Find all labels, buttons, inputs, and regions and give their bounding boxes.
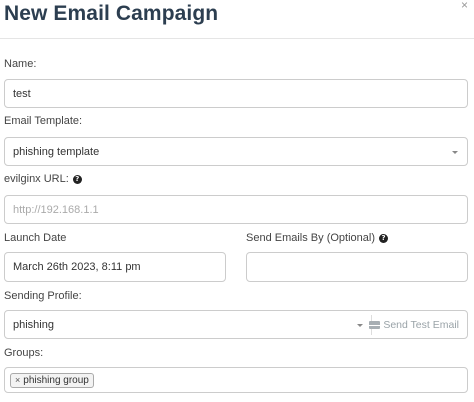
groups-field[interactable]: × phishing group (4, 367, 468, 393)
url-field[interactable] (4, 195, 468, 224)
email-template-select[interactable]: phishing template (4, 137, 468, 166)
send-by-input[interactable] (255, 261, 459, 273)
sending-profile-label: Sending Profile: (4, 290, 82, 302)
new-campaign-modal: New Email Campaign × Name: Email Templat… (0, 0, 474, 402)
groups-label: Groups: (4, 347, 44, 359)
modal-header: New Email Campaign × (0, 0, 474, 39)
email-template-value: phishing template (13, 145, 100, 158)
send-by-field[interactable] (246, 252, 468, 282)
sending-profile-value: phishing (13, 318, 54, 331)
group-tag-label: phishing group (23, 374, 89, 386)
send-by-label-text: Send Emails By (Optional) (246, 232, 375, 244)
chevron-down-icon (357, 324, 363, 327)
launch-date-field[interactable] (4, 252, 226, 282)
name-label: Name: (4, 58, 37, 70)
chevron-down-icon (452, 151, 458, 154)
name-input[interactable] (13, 87, 459, 100)
sending-profile-select[interactable]: phishing Send Test Email (4, 310, 468, 339)
send-test-email-button[interactable]: Send Test Email (369, 311, 459, 338)
url-label: evilginx URL:? (4, 173, 82, 185)
name-field[interactable] (4, 79, 468, 108)
launch-date-input[interactable] (13, 261, 217, 273)
modal-title: New Email Campaign (4, 2, 219, 25)
question-circle-icon[interactable]: ? (72, 175, 82, 184)
email-template-label: Email Template: (4, 115, 83, 127)
url-label-text: evilginx URL: (4, 173, 69, 185)
send-test-email-label: Send Test Email (383, 318, 459, 331)
send-by-label: Send Emails By (Optional)? (246, 232, 388, 244)
envelope-icon (369, 320, 381, 329)
url-input[interactable] (13, 203, 459, 216)
group-tag: × phishing group (10, 372, 94, 388)
remove-tag-icon[interactable]: × (15, 375, 20, 385)
close-icon[interactable]: × (461, 0, 468, 12)
launch-date-label: Launch Date (4, 232, 67, 244)
question-circle-icon[interactable]: ? (379, 234, 388, 243)
